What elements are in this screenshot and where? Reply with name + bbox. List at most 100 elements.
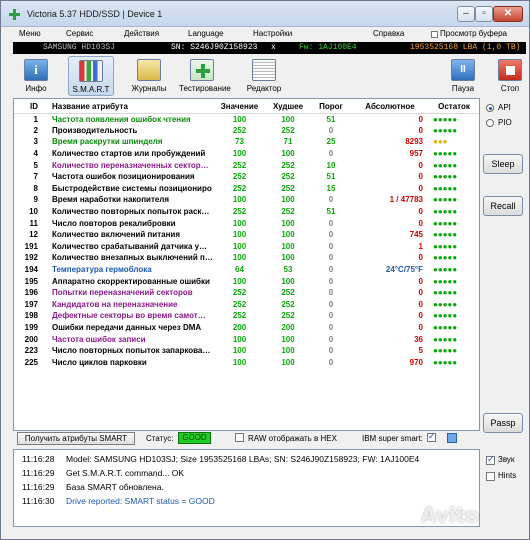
raw-hex-checkbox[interactable] [235, 433, 244, 442]
menu-service[interactable]: Сервис [66, 29, 93, 38]
pause-button[interactable]: Пауза [440, 56, 486, 96]
menu-actions[interactable]: Действия [124, 29, 159, 38]
journals-button[interactable]: Журналы [126, 56, 172, 96]
table-row[interactable]: 2 Производительность 252 252 0 0 ●●●●● [14, 125, 479, 137]
title-bar: Victoria 5.37 HDD/SSD | Device 1 – ▫ ✕ [1, 1, 529, 27]
attr-rest: ●●●●● [433, 276, 458, 286]
sleep-button[interactable]: Sleep [483, 154, 523, 174]
attr-value: 64 [235, 265, 244, 275]
table-row[interactable]: 10 Количество повторных попыток раск… 252 2… [14, 206, 479, 218]
hints-checkbox-box [486, 472, 495, 481]
menu-settings[interactable]: Настройки [253, 29, 292, 38]
stop-icon [498, 59, 522, 81]
api-radio[interactable]: API [486, 102, 526, 114]
attr-threshold: 0 [328, 195, 334, 205]
passp-button[interactable]: Passp [483, 413, 523, 433]
menu-language[interactable]: Language [188, 29, 224, 38]
attr-worst: 252 [281, 288, 295, 298]
table-row[interactable]: 192 Количество внезапных выключений п… 100… [14, 252, 479, 264]
attr-raw: 957 [409, 149, 423, 159]
device-close-mark[interactable]: x [271, 43, 276, 52]
info-button[interactable]: Инфо [13, 56, 59, 96]
smart-button[interactable]: S.M.A.R.T [68, 56, 114, 96]
smart-attributes-table[interactable]: ID Название атрибута Значение Худшее Пор… [13, 98, 480, 431]
attr-threshold: 0 [328, 346, 334, 356]
attr-id: 9 [33, 195, 38, 205]
table-row[interactable]: 7 Частота ошибок позиционирования 252 252 51… [14, 171, 479, 183]
table-row[interactable]: 1 Частота появления ошибок чтения 100 100 51… [14, 113, 479, 125]
table-row[interactable]: 223 Число повторных попыток запаркова… 100… [14, 345, 479, 357]
table-row[interactable]: 4 Количество стартов или пробуждений 100 10… [14, 148, 479, 160]
victoria-window: Victoria 5.37 HDD/SSD | Device 1 – ▫ ✕ М… [0, 0, 530, 540]
table-row[interactable]: 9 Время наработки накопителя 100 100 0 1 / 47… [14, 194, 479, 206]
table-row[interactable]: 199 Ошибки передачи данных через DMA 200 20… [14, 322, 479, 334]
attr-raw: 0 [418, 218, 423, 228]
maximize-button[interactable]: ▫ [475, 6, 493, 22]
stop-button[interactable]: Стоп [487, 56, 530, 96]
attr-threshold: 0 [328, 218, 334, 228]
header-name[interactable]: Название атрибута [46, 99, 212, 114]
table-row[interactable]: 197 Кандидатов на переназначение 252 252 0 0 ●… [14, 299, 479, 311]
attr-name: Дефектные секторы во время самот… [52, 311, 206, 321]
attr-raw: 5 [418, 346, 423, 356]
sound-checkbox-box [486, 454, 495, 465]
pause-icon [451, 59, 475, 81]
testing-button[interactable]: Тестирование [179, 56, 231, 96]
attr-value: 252 [232, 288, 247, 298]
attr-rest: ●●●●● [433, 322, 458, 332]
table-row[interactable]: 3 Время раскрутки шпинделя 73 71 25 8293 ●●● [14, 136, 479, 148]
table-row[interactable]: 194 Температура гермоблока 64 53 0 24°C/75°F ●… [14, 264, 479, 276]
log-line: 11:16:29 База SMART обновлена. [22, 482, 164, 492]
editor-label: Редактор [246, 84, 282, 93]
header-rest[interactable]: Остаток [427, 99, 479, 114]
table-row[interactable]: 11 Число повторов рекалибровки 100 100 0 0 ●●●… [14, 217, 479, 229]
pio-radio-dot [486, 119, 494, 127]
attr-raw: 0 [418, 114, 423, 124]
table-row[interactable]: 195 Аппаратно скорректированные ошибки 100… [14, 275, 479, 287]
table-row[interactable]: 198 Дефектные секторы во время самот… 252 2… [14, 310, 479, 322]
attr-id: 1 [33, 114, 38, 124]
minimize-button[interactable]: – [457, 6, 475, 22]
table-row[interactable]: 200 Частота ошибок записи 100 100 0 36 ●●●●● [14, 333, 479, 345]
testing-label: Тестирование [179, 84, 231, 93]
get-smart-attributes-button[interactable]: Получить атрибуты SMART [17, 432, 135, 445]
attr-threshold: 0 [328, 311, 334, 321]
attr-id: 196 [24, 288, 38, 298]
header-id[interactable]: ID [14, 99, 46, 114]
header-worst[interactable]: Худшее [267, 99, 309, 114]
table-row[interactable]: 191 Количество срабатываний датчика у… 100… [14, 241, 479, 253]
table-row[interactable]: 225 Число циклов парковки 100 100 0 970 ●●●●● [14, 356, 479, 368]
editor-button[interactable]: Редактор [241, 56, 287, 96]
header-raw[interactable]: Абсолютное [353, 99, 427, 114]
attr-rest: ●●●●● [433, 311, 458, 321]
color-indicator-icon[interactable] [447, 433, 457, 443]
menu-help[interactable]: Справка [373, 29, 404, 38]
header-value[interactable]: Значение [212, 99, 267, 114]
header-threshold[interactable]: Порог [309, 99, 353, 114]
recall-button[interactable]: Recall [483, 196, 523, 216]
attr-rest: ●●● [433, 137, 448, 147]
attr-name: Время раскрутки шпинделя [52, 137, 163, 147]
attr-value: 200 [232, 322, 247, 332]
log-message: Drive reported: SMART status = GOOD [66, 496, 215, 506]
api-radio-dot [486, 104, 494, 112]
table-row[interactable]: 5 Количество переназначенных сектор… 252 25… [14, 159, 479, 171]
menu-view-buffer[interactable]: Просмотр буфера [440, 29, 507, 38]
attr-raw: 0 [418, 299, 423, 309]
log-message: Get S.M.A.R.T. command... OK [66, 468, 185, 478]
hints-label: Hints [498, 471, 517, 480]
attr-value: 100 [232, 253, 247, 263]
log-message: Model: SAMSUNG HD103SJ; Size 1953525168 … [66, 454, 420, 464]
ibm-smart-checkbox[interactable] [427, 431, 436, 442]
table-row[interactable]: 196 Попытки переназначений секторов 252 252… [14, 287, 479, 299]
table-row[interactable]: 8 Быстродействие системы позициониро… 252 2… [14, 183, 479, 195]
raw-hex-label: RAW отображать в HEX [248, 434, 337, 443]
menu-main[interactable]: Меню [19, 29, 41, 38]
table-row[interactable]: 12 Количество включений питания 100 100 0 745… [14, 229, 479, 241]
attr-threshold: 51 [326, 207, 336, 217]
pio-radio[interactable]: PIO [486, 117, 526, 129]
attr-worst: 100 [281, 276, 295, 286]
attr-threshold: 10 [326, 160, 336, 170]
close-window-button[interactable]: ✕ [493, 6, 523, 22]
attr-threshold: 0 [328, 253, 334, 263]
